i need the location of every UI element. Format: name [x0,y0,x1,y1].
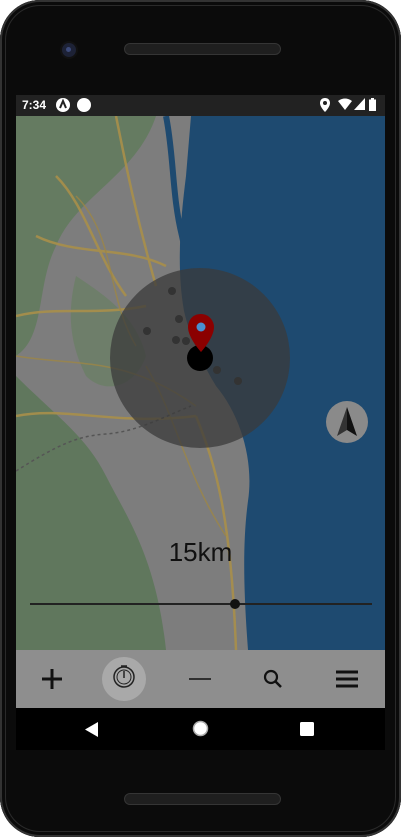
recents-icon[interactable] [300,722,314,741]
status-time: 7:34 [22,98,47,112]
minus-button[interactable] [170,650,230,708]
search-icon [263,669,282,688]
timer-button[interactable] [94,650,154,708]
menu-button[interactable] [317,650,377,708]
battery-icon [369,98,376,114]
signal-icon [354,98,365,113]
android-nav-bar [16,708,385,750]
map-view[interactable] [16,116,385,650]
radius-slider-track[interactable] [30,603,372,605]
location-icon [320,98,330,115]
bottom-toolbar [16,650,385,708]
search-button[interactable] [243,650,303,708]
status-bar: 7:34 [16,95,385,116]
back-icon[interactable] [85,722,99,742]
hamburger-icon [336,670,358,688]
distance-label: 15km [168,537,233,567]
minus-icon [189,678,211,680]
plus-icon [42,669,62,689]
app-screen: 7:34 15km [16,95,385,708]
circle-icon [77,98,91,115]
home-icon[interactable] [192,720,209,742]
compass-button[interactable] [326,401,368,443]
front-camera [62,43,76,57]
compass-arrow-icon [337,407,357,436]
bottom-speaker [124,793,281,805]
top-speaker [124,43,281,55]
wifi-icon [338,98,352,113]
notification-a-icon [56,98,70,115]
add-button[interactable] [22,650,82,708]
stopwatch-icon [102,657,146,701]
